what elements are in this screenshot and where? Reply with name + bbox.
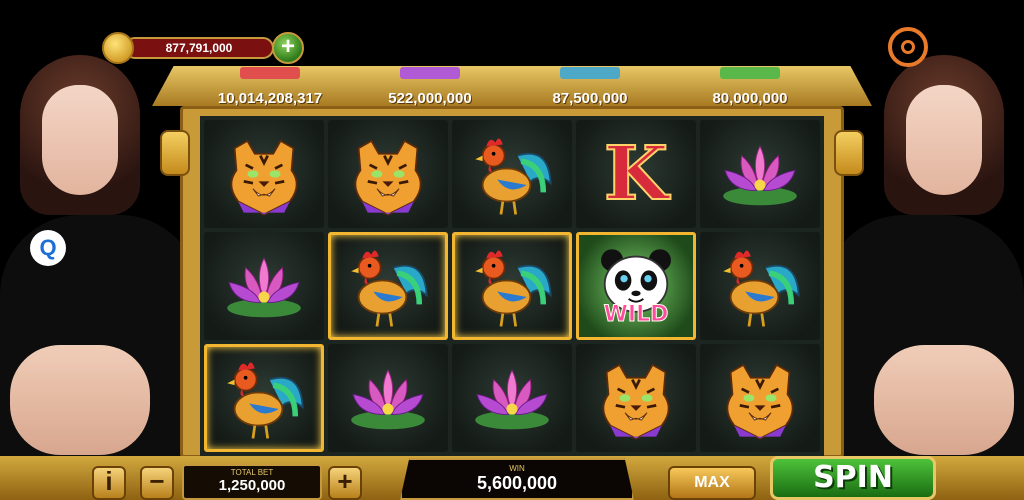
presenter-right (824, 45, 1024, 465)
reel-cell (328, 120, 448, 228)
lantern-icon (834, 130, 864, 176)
total-bet-display: TOTAL BET 1,250,000 (182, 464, 322, 500)
win-display: WIN 5,600,000 (400, 458, 634, 500)
k-symbol-icon: K (590, 128, 682, 220)
tiger-symbol-icon (218, 128, 310, 220)
panda-wild-symbol-icon: WILD (579, 235, 693, 337)
rooster-symbol-icon (342, 240, 434, 332)
win-label: WIN (509, 464, 525, 473)
reel-cell (204, 232, 324, 340)
tiger-symbol-icon (590, 352, 682, 444)
spin-button[interactable]: SPIN (770, 456, 936, 500)
jackpot-tag (240, 67, 300, 79)
jackpot-tag (560, 67, 620, 79)
settings-gear-icon[interactable] (888, 27, 928, 67)
info-button[interactable]: i (92, 466, 126, 500)
presenter-arms (874, 345, 1014, 455)
coin-icon (102, 32, 134, 64)
jackpot-value: 10,014,208,317 (217, 90, 323, 107)
jackpot-major: 522,000,000 (360, 66, 500, 108)
lantern-icon (160, 130, 190, 176)
reel-cell (576, 344, 696, 452)
tiger-symbol-icon (714, 352, 806, 444)
rooster-symbol-icon (466, 240, 558, 332)
add-funds-button[interactable]: + (272, 32, 304, 64)
lotus-symbol-icon (466, 352, 558, 444)
lotus-symbol-icon (714, 128, 806, 220)
jackpot-bar: 10,014,208,317 522,000,000 87,500,000 80… (200, 66, 820, 108)
jackpot-grand: 10,014,208,317 (200, 66, 340, 108)
jackpot-tag (400, 67, 460, 79)
jackpot-value: 87,500,000 (552, 90, 628, 107)
reel-cell: WILD (576, 232, 696, 340)
lotus-symbol-icon (218, 240, 310, 332)
balance-display: 877,791,000 + (102, 32, 304, 64)
reel-cell: K (576, 120, 696, 228)
presenter-arms (10, 345, 150, 455)
presenter-face (906, 85, 982, 195)
reel-cell (700, 120, 820, 228)
reel-cell (328, 232, 448, 340)
total-bet-label: TOTAL BET (230, 468, 274, 477)
letter-k-symbol: K (603, 130, 669, 218)
reel-cell (700, 344, 820, 452)
tiger-symbol-icon (342, 128, 434, 220)
rooster-symbol-icon (714, 240, 806, 332)
reel-cell (700, 232, 820, 340)
reel-cell (204, 344, 324, 452)
bet-decrease-button[interactable]: − (140, 466, 174, 500)
jackpot-value: 80,000,000 (712, 90, 788, 107)
max-bet-button[interactable]: MAX (668, 466, 756, 500)
rooster-symbol-icon (218, 352, 310, 444)
jackpot-value: 522,000,000 (388, 90, 472, 107)
bet-increase-button[interactable]: + (328, 466, 362, 500)
wild-label: WILD (603, 302, 669, 328)
presenter-face (42, 85, 118, 195)
jackpot-minor: 87,500,000 (520, 66, 660, 108)
total-bet-value: 1,250,000 (218, 477, 286, 494)
brand-badge-icon: Q (30, 230, 66, 266)
win-value: 5,600,000 (476, 473, 558, 493)
reel-cell (204, 120, 324, 228)
reel-cell (452, 120, 572, 228)
rooster-symbol-icon (466, 128, 558, 220)
reel-grid: K WILD (200, 116, 824, 456)
reel-cell (452, 232, 572, 340)
presenter-left: Q (0, 45, 200, 465)
jackpot-mini: 80,000,000 (680, 66, 820, 108)
lotus-symbol-icon (342, 352, 434, 444)
balance-amount: 877,791,000 (124, 37, 274, 59)
jackpot-tag (720, 67, 780, 79)
reel-cell (328, 344, 448, 452)
reel-cell (452, 344, 572, 452)
